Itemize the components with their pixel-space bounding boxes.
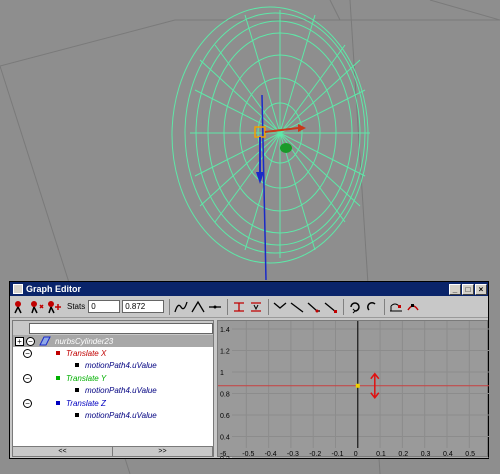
graph-x-tick-label: 0.1 [376, 451, 386, 458]
manipulator-y-handle[interactable] [280, 143, 292, 153]
tangent-weight-icon[interactable] [323, 299, 339, 315]
channel-color-swatch [56, 401, 60, 405]
close-button[interactable]: × [475, 283, 487, 295]
graph-x-tick-label: -0.3 [287, 451, 299, 458]
curve-swatch [75, 388, 79, 392]
insert-key-tool-icon[interactable] [29, 299, 45, 315]
spline-tangent-icon[interactable] [173, 299, 189, 315]
window-title: Graph Editor [26, 284, 82, 294]
graph-y-tick-label: 1.4 [220, 327, 230, 334]
channel-color-swatch [56, 376, 60, 380]
flat-tangent-icon[interactable] [207, 299, 223, 315]
minimize-button[interactable]: _ [449, 283, 461, 295]
curve-row[interactable]: motionPath4.uValue [13, 384, 157, 396]
tangent-down-icon[interactable] [272, 299, 288, 315]
graph-x-tick-label: 0.6 [488, 451, 489, 458]
channel-label: Translate Z [66, 398, 106, 408]
curve-row[interactable]: motionPath4.uValue [13, 359, 157, 371]
graph-view[interactable]: 1.4 1.2 1 0.8 0.6 0.4 0.2 -6 -0.5 -0.4 -0.3 -0.2 -0.… [217, 320, 489, 458]
channel-label: Translate Y [66, 373, 107, 383]
scroll-left-button[interactable]: << [13, 447, 113, 456]
tangent-slope-icon[interactable] [289, 299, 305, 315]
linear-tangent-icon[interactable] [190, 299, 206, 315]
graph-x-tick-label: 0.3 [421, 451, 431, 458]
move-key-tool-icon[interactable] [12, 299, 28, 315]
graph-y-tick-label: 1 [220, 370, 224, 377]
graph-x-tick-label: 0.4 [443, 451, 453, 458]
swap-buffer-icon[interactable] [405, 299, 421, 315]
buffer-curve-icon[interactable] [388, 299, 404, 315]
graph-y-tick-label: 0.8 [220, 392, 230, 399]
channel-row-translate-y[interactable]: − Translate Y [13, 372, 106, 384]
cycle-offset-icon[interactable] [364, 299, 380, 315]
cycle-icon[interactable] [347, 299, 363, 315]
graph-canvas[interactable]: 1.4 1.2 1 0.8 0.6 0.4 0.2 -6 -0.5 -0.4 -0.3 -0.2 -0.… [218, 321, 489, 458]
graph-editor-window[interactable]: Graph Editor _ □ × Stats + [9, 281, 489, 459]
maya-app-icon [13, 284, 23, 294]
graph-x-tick-label: -0.4 [265, 451, 277, 458]
nurbs-cylinder-wireframe [171, 6, 370, 264]
curve-label: motionPath4.uValue [85, 385, 157, 395]
toolbar-separator [227, 298, 229, 315]
outliner-node-row[interactable]: + − nurbsCylinder23 [13, 335, 213, 347]
channel-row-translate-z[interactable]: − Translate Z [13, 397, 106, 409]
outliner-scrollbar[interactable]: << >> [13, 446, 213, 456]
unify-tangent-icon[interactable] [248, 299, 264, 315]
channel-color-swatch [56, 351, 60, 355]
filter-input[interactable] [29, 322, 213, 334]
graph-x-tick-label: -0.5 [242, 451, 254, 458]
stats-value-field[interactable] [122, 300, 165, 313]
break-tangent-icon[interactable] [231, 299, 247, 315]
graph-x-tick-label: 0.5 [465, 451, 475, 458]
curve-swatch [75, 413, 79, 417]
graph-x-tick-label: -0.2 [309, 451, 321, 458]
graph-editor-toolbar: Stats [10, 296, 488, 318]
channel-row-translate-x[interactable]: − Translate X [13, 347, 106, 359]
stats-frame-field[interactable] [88, 300, 121, 313]
curve-label: motionPath4.uValue [85, 410, 157, 420]
graph-x-tick-label: 0 [354, 451, 358, 458]
curve-swatch [75, 363, 79, 367]
graph-outliner: + − nurbsCylinder23 − Translate X motion… [12, 320, 214, 457]
tangent-step-icon[interactable] [306, 299, 322, 315]
toolbar-separator [268, 298, 270, 315]
graph-y-tick-label: 1.2 [220, 349, 230, 356]
graph-y-tick-label: 0.6 [220, 413, 230, 420]
outliner-filter-row [13, 321, 213, 335]
node-label: nurbsCylinder23 [55, 336, 114, 346]
collapse-channel-icon[interactable]: − [23, 398, 32, 408]
graph-x-tick-label: -6 [220, 451, 226, 458]
collapse-node-icon[interactable]: − [26, 336, 35, 346]
nurbs-cylinder-icon [39, 336, 51, 346]
graph-editor-titlebar[interactable]: Graph Editor _ □ × [10, 282, 488, 296]
stats-label: Stats [67, 302, 86, 311]
expand-node-icon[interactable]: + [15, 336, 24, 346]
maximize-button[interactable]: □ [462, 283, 474, 295]
toolbar-separator [169, 298, 171, 315]
channel-label: Translate X [66, 348, 107, 358]
add-key-tool-icon[interactable] [46, 299, 62, 315]
collapse-channel-icon[interactable]: − [23, 373, 32, 383]
graph-y-tick-label: 0.4 [220, 435, 230, 442]
graph-x-tick-label: -0.1 [332, 451, 344, 458]
toolbar-separator [343, 298, 345, 315]
scroll-right-button[interactable]: >> [113, 447, 213, 456]
graph-x-tick-label: 0.2 [398, 451, 408, 458]
curve-row[interactable]: motionPath4.uValue [13, 409, 157, 421]
toolbar-separator [384, 298, 386, 315]
curve-label: motionPath4.uValue [85, 360, 157, 370]
collapse-channel-icon[interactable]: − [23, 348, 32, 358]
animation-key[interactable] [355, 383, 360, 388]
